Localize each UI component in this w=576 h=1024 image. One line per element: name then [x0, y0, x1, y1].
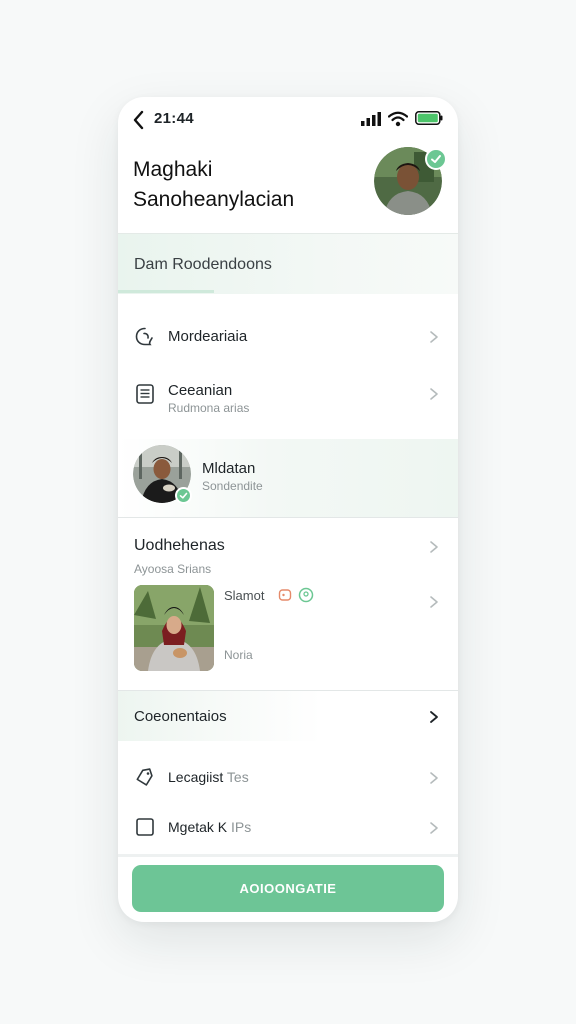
- signal-icon: [361, 112, 381, 126]
- profile-name-line2: Sanoheanylacian: [133, 188, 295, 211]
- settings-header[interactable]: Coeonentaios: [118, 691, 458, 741]
- status-bar: 21:44: [118, 97, 458, 143]
- list-item-mordeariaia[interactable]: Mordeariaia: [118, 312, 458, 362]
- primary-action-button[interactable]: AOIOONGATIE: [132, 865, 444, 912]
- chevron-right-icon: [430, 388, 438, 400]
- group-card[interactable]: Uodhehenas Ayoosa Srians Slamot Noria: [118, 518, 458, 690]
- list-item-title: Ceeanian: [168, 382, 233, 399]
- section-banner[interactable]: Dam Roodendoons: [118, 233, 458, 294]
- banner-underline: [118, 290, 214, 293]
- chevron-right-icon: [430, 596, 438, 608]
- profile-name-line1: Maghaki: [133, 158, 213, 181]
- document-icon: [136, 384, 154, 404]
- profile-name: Maghaki Sanoheanylacian: [133, 155, 294, 215]
- battery-icon: [415, 111, 443, 125]
- settings-header-title: Coeonentaios: [134, 708, 227, 725]
- list-item-subtitle: Sondendite: [202, 479, 263, 493]
- group-title: Uodhehenas: [134, 537, 225, 554]
- status-time: 21:44: [154, 110, 194, 127]
- settings-item-lecagiist[interactable]: Lecagiist Tes: [118, 752, 458, 802]
- section-banner-label: Dam Roodendoons: [134, 256, 272, 273]
- chevron-right-icon: [430, 822, 438, 834]
- tag-badge-icon: [278, 589, 292, 601]
- settings-item-title: Mgetak K IPs: [168, 819, 251, 835]
- settings-item-label: Mgetak K: [168, 819, 228, 835]
- location-pin-icon: [298, 587, 314, 603]
- profile-header: Maghaki Sanoheanylacian: [118, 143, 458, 233]
- settings-item-suffix: IPs: [231, 819, 252, 835]
- settings-item-suffix: Tes: [226, 769, 249, 785]
- settings-item-label: Lecagiist: [168, 769, 224, 785]
- media-subtitle: Noria: [224, 648, 253, 662]
- settings-item-title: Lecagiist Tes: [168, 769, 249, 785]
- chevron-right-icon: [430, 541, 438, 553]
- chevron-right-icon: [430, 772, 438, 784]
- bottom-separator: [118, 854, 458, 857]
- tag-icon: [136, 768, 153, 786]
- group-subtitle: Ayoosa Srians: [134, 562, 212, 576]
- list-item-title: Mordeariaia: [168, 328, 248, 345]
- back-arrow-icon[interactable]: [130, 109, 148, 131]
- chat-bubble-icon: [135, 327, 153, 346]
- settings-item-mgetak[interactable]: Mgetak K IPs: [118, 803, 458, 851]
- checkbox-icon[interactable]: [134, 816, 156, 838]
- list-item-title: Mldatan: [202, 460, 256, 477]
- chevron-right-icon: [430, 711, 438, 723]
- phone-screen: 21:44 Maghaki Sanoheanylacian Dam Rooden…: [118, 97, 458, 922]
- wifi-icon: [388, 111, 408, 127]
- chevron-right-icon: [430, 331, 438, 343]
- list-item-ceeanian[interactable]: Ceeanian Rudmona arias: [118, 367, 458, 429]
- verified-check-icon: [425, 148, 447, 170]
- verified-check-icon: [175, 487, 192, 504]
- group-photo[interactable]: [134, 585, 214, 671]
- media-label: Slamot: [224, 588, 265, 603]
- list-item-subtitle: Rudmona arias: [168, 401, 250, 415]
- list-item-mldatan[interactable]: Mldatan Sondendite: [118, 439, 458, 517]
